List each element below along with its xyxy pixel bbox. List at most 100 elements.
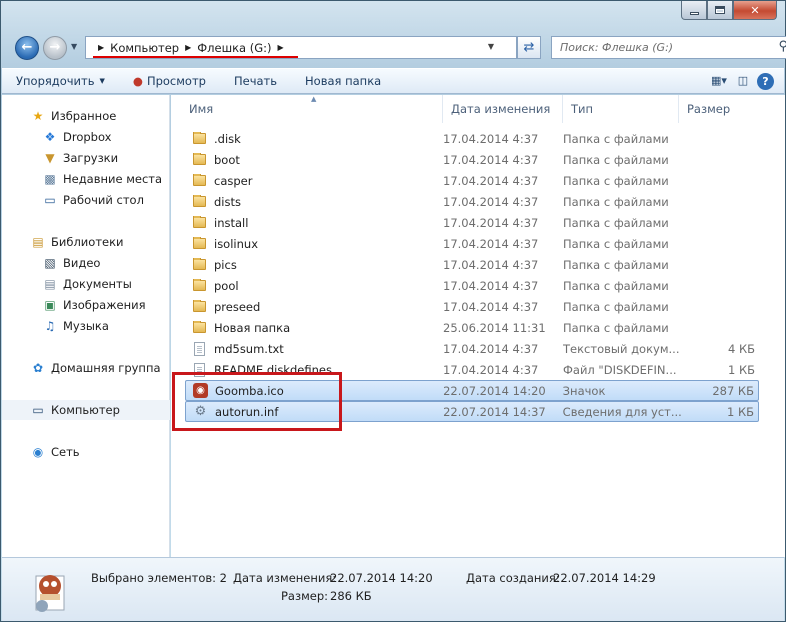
network-icon: ◉ (32, 445, 44, 459)
sidebar-item-computer[interactable]: ▭ Компьютер (2, 400, 170, 420)
sidebar-item-label: Недавние места (63, 172, 163, 186)
refresh-icon: ⇄ (523, 40, 535, 55)
file-size: 287 КБ (712, 383, 754, 398)
file-name: dists (214, 194, 241, 209)
file-date: 17.04.2014 4:37 (443, 194, 539, 209)
file-name-cell: isolinux (185, 236, 443, 251)
computer-icon: ▭ (32, 403, 44, 417)
date-modified-value: 22.07.2014 14:20 (330, 571, 433, 585)
file-name-cell: dists (185, 194, 443, 209)
music-icon: ♫ (44, 319, 56, 333)
new-folder-label: Новая папка (305, 74, 382, 88)
file-name: .disk (214, 131, 241, 146)
file-row[interactable]: preseed 17.04.2014 4:37 Папка с файлами (185, 296, 759, 317)
file-row[interactable]: pool 17.04.2014 4:37 Папка с файлами (185, 275, 759, 296)
address-dropdown-icon[interactable]: ▼ (488, 42, 494, 51)
file-name: pics (214, 257, 237, 272)
file-row[interactable]: install 17.04.2014 4:37 Папка с файлами (185, 212, 759, 233)
file-date: 17.04.2014 4:37 (443, 278, 539, 293)
preview-pane-icon[interactable]: ◫ (733, 72, 753, 91)
file-date: 17.04.2014 4:37 (443, 362, 539, 377)
file-type: Папка с файлами (563, 152, 669, 167)
breadcrumb-arrow-icon[interactable]: ▶ (278, 43, 284, 52)
sidebar-item-label: Рабочий стол (63, 193, 144, 207)
file-row[interactable]: Новая папка 25.06.2014 11:31 Папка с файла… (185, 317, 759, 338)
help-button[interactable]: ? (757, 73, 774, 90)
folder-icon (193, 173, 206, 186)
recent-pages-dropdown-icon[interactable]: ▼ (71, 42, 77, 51)
file-row[interactable]: dists 17.04.2014 4:37 Папка с файлами (185, 191, 759, 212)
sidebar-item-label: Библиотеки (51, 235, 124, 249)
organize-button[interactable]: Упорядочить ▼ (2, 69, 119, 93)
preview-button[interactable]: ● Просмотр (119, 69, 220, 93)
file-type: Папка с файлами (563, 299, 669, 314)
file-name-cell: md5sum.txt (185, 341, 443, 356)
dropbox-icon: ❖ (44, 130, 56, 144)
print-button[interactable]: Печать (220, 69, 291, 93)
file-row[interactable]: casper 17.04.2014 4:37 Папка с файлами (185, 170, 759, 191)
refresh-button[interactable]: ⇄ (517, 36, 541, 59)
breadcrumb-flash-drive[interactable]: Флешка (G:) (197, 41, 271, 55)
images-icon: ▣ (44, 298, 56, 312)
file-list-pane: Имя Дата изменения Тип Размер ▲ .disk 17.… (171, 95, 785, 557)
preview-label: Просмотр (146, 74, 206, 88)
folder-icon (193, 152, 206, 165)
file-date: 17.04.2014 4:37 (443, 173, 539, 188)
file-name-cell: Новая папка (185, 320, 443, 335)
file-type: Папка с файлами (563, 278, 669, 293)
column-header-date[interactable]: Дата изменения (443, 95, 563, 123)
file-name: install (214, 215, 249, 230)
file-type: Значок (562, 383, 606, 398)
breadcrumb-arrow-icon[interactable]: ▶ (98, 43, 104, 52)
file-row[interactable]: md5sum.txt 17.04.2014 4:37 Текстовый докум… (185, 338, 759, 359)
breadcrumb-arrow-icon[interactable]: ▶ (185, 43, 191, 52)
homegroup-icon: ✿ (32, 361, 44, 375)
organize-label: Упорядочить (16, 74, 95, 88)
minimize-button[interactable] (681, 1, 707, 20)
sidebar-item-label: Компьютер (51, 403, 120, 417)
search-icon[interactable]: ⚲ (778, 39, 786, 54)
sidebar-item-label: Изображения (63, 298, 146, 312)
column-header-size[interactable]: Размер (679, 95, 759, 123)
maximize-button[interactable] (707, 1, 733, 20)
navigation-pane: ★ Избранное ❖ Dropbox ▼ Загрузки ▩ Недавние … (2, 95, 170, 557)
file-row[interactable]: boot 17.04.2014 4:37 Папка с файлами (185, 149, 759, 170)
back-button[interactable]: ← (15, 36, 39, 60)
file-name: Новая папка (214, 320, 291, 335)
file-name-cell: .disk (185, 131, 443, 146)
change-view-icon[interactable]: ▦▾ (709, 72, 729, 91)
folder-icon (193, 236, 206, 249)
address-underline-annotation (93, 56, 298, 58)
close-button[interactable]: ✕ (733, 1, 777, 20)
column-header-type[interactable]: Тип (563, 95, 679, 123)
new-folder-button[interactable]: Новая папка (291, 69, 395, 93)
sidebar-item-label: Сеть (51, 445, 80, 459)
breadcrumb: ▶ Компьютер ▶ Флешка (G:) ▶ (86, 41, 290, 55)
size-label: Размер: (281, 589, 329, 603)
column-header-name[interactable]: Имя (171, 95, 443, 123)
file-name-cell: pics (185, 257, 443, 272)
explorer-window: ✕ ← → ▼ ▶ Компьютер ▶ Флешка (G:) ▶ ▼ ⇄ … (0, 0, 786, 622)
file-row[interactable]: .disk 17.04.2014 4:37 Папка с файлами (185, 128, 759, 149)
file-type: Текстовый докум... (563, 341, 680, 356)
forward-arrow-icon: → (49, 40, 61, 55)
selected-count: Выбрано элементов: 2 (91, 571, 227, 585)
file-row[interactable]: isolinux 17.04.2014 4:37 Папка с файлами (185, 233, 759, 254)
search-placeholder: Поиск: Флешка (G:) (560, 41, 674, 54)
file-date: 17.04.2014 4:37 (443, 341, 539, 356)
breadcrumb-computer[interactable]: Компьютер (110, 41, 179, 55)
details-pane: Выбрано элементов: 2 Дата изменения: 22.… (2, 557, 784, 621)
file-row[interactable]: pics 17.04.2014 4:37 Папка с файлами (185, 254, 759, 275)
search-input[interactable]: Поиск: Флешка (G:) ⚲ (551, 36, 786, 59)
preview-icon: ● (132, 74, 143, 88)
forward-button[interactable]: → (43, 36, 67, 60)
file-type: Папка с файлами (563, 173, 669, 188)
file-type: Папка с файлами (563, 215, 669, 230)
file-type: Папка с файлами (563, 257, 669, 272)
file-name-cell: pool (185, 278, 443, 293)
file-date: 17.04.2014 4:37 (443, 152, 539, 167)
desktop-icon: ▭ (44, 193, 56, 207)
star-icon: ★ (32, 109, 44, 123)
chevron-down-icon: ▼ (99, 77, 105, 85)
sort-ascending-icon: ▲ (311, 95, 317, 103)
